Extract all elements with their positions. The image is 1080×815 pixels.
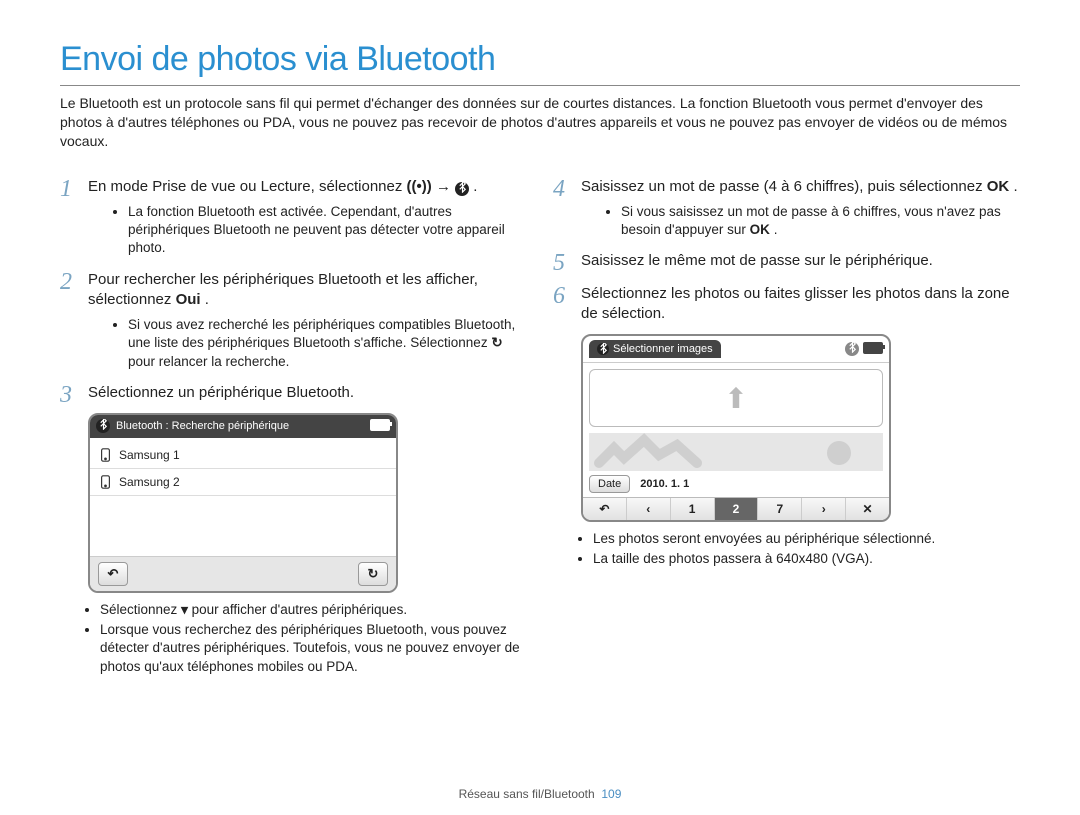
step-number: 3 [60, 379, 72, 411]
bt-search-screenshot: Bluetooth : Recherche périphérique Samsu… [88, 413, 398, 593]
back-button[interactable]: ↶ [98, 562, 128, 586]
page-number: 109 [601, 787, 621, 801]
bt-device-row[interactable]: Samsung 1 [90, 442, 396, 469]
bluetooth-icon [597, 343, 609, 355]
chevron-down-icon: ▾ [181, 602, 188, 617]
step-number: 2 [60, 266, 72, 298]
phone-icon [100, 448, 111, 462]
step-4-sub: Si vous saisissez un mot de passe à 6 ch… [581, 203, 1020, 239]
list-item: La taille des photos passera à 640x480 (… [593, 550, 1020, 568]
step-5: 5 Saisissez le même mot de passe sur le … [553, 251, 1020, 271]
nav-page-7[interactable]: 7 [758, 498, 802, 520]
bt-screenshot-header: Bluetooth : Recherche périphérique [90, 415, 396, 438]
intro-text: Le Bluetooth est un protocole sans fil q… [60, 94, 1020, 151]
title-rule [60, 85, 1020, 86]
bt-device-list: Samsung 1 Samsung 2 [90, 438, 396, 556]
refresh-button[interactable]: ↻ [358, 562, 388, 586]
step-2-text: Pour rechercher les périphériques Blueto… [88, 271, 478, 308]
list-item: Si vous avez recherché les périphériques… [128, 316, 527, 371]
refresh-icon: ↻ [491, 335, 502, 350]
nav-close-button[interactable]: ✕ [846, 498, 889, 520]
nav-next-button[interactable]: › [802, 498, 846, 520]
step-6-after: Les photos seront envoyées au périphériq… [553, 530, 1020, 568]
select-images-header: Sélectionner images [583, 336, 889, 363]
nav-page-1[interactable]: 1 [671, 498, 715, 520]
step-3-after: Sélectionnez ▾ pour afficher d'autres pé… [60, 601, 527, 676]
step-3-text: Sélectionnez un périphérique Bluetooth. [88, 384, 354, 401]
phone-icon [100, 475, 111, 489]
list-item: Sélectionnez ▾ pour afficher d'autres pé… [100, 601, 527, 619]
list-item: Si vous saisissez un mot de passe à 6 ch… [621, 203, 1020, 239]
bluetooth-status-icon [845, 342, 859, 356]
step-number: 6 [553, 280, 565, 312]
bt-device-row[interactable]: Samsung 2 [90, 469, 396, 496]
step-1-sub: La fonction Bluetooth est activée. Cepen… [88, 203, 527, 258]
thumbnail-strip[interactable] [589, 433, 883, 471]
step-1-text: En mode Prise de vue ou Lecture, sélecti… [88, 178, 477, 195]
step-1: 1 En mode Prise de vue ou Lecture, sélec… [60, 177, 527, 258]
upload-arrow-icon: ⬆ [724, 382, 747, 415]
step-2: 2 Pour rechercher les périphériques Blue… [60, 270, 527, 371]
bluetooth-icon [96, 419, 110, 433]
step-4: 4 Saisissez un mot de passe (4 à 6 chiff… [553, 177, 1020, 240]
manual-page: Envoi de photos via Bluetooth Le Bluetoo… [0, 0, 1080, 815]
step-2-sub: Si vous avez recherché les périphériques… [88, 316, 527, 371]
drop-zone[interactable]: ⬆ [589, 369, 883, 427]
left-column: 1 En mode Prise de vue ou Lecture, sélec… [60, 165, 527, 678]
date-button[interactable]: Date [589, 475, 630, 493]
step-5-text: Saisissez le même mot de passe sur le pé… [581, 252, 933, 269]
step-number: 5 [553, 247, 565, 279]
bt-device-name: Samsung 1 [119, 448, 180, 462]
thumbnail-placeholder-icon [589, 433, 883, 471]
bt-screenshot-title: Bluetooth : Recherche périphérique [116, 420, 289, 432]
step-number: 4 [553, 173, 565, 205]
right-column: 4 Saisissez un mot de passe (4 à 6 chiff… [553, 165, 1020, 678]
bt-device-name: Samsung 2 [119, 475, 180, 489]
step-6: 6 Sélectionnez les photos ou faites glis… [553, 284, 1020, 325]
step-6-text: Sélectionnez les photos ou faites glisse… [581, 285, 1010, 322]
antenna-icon: ((•)) [407, 178, 432, 195]
columns: 1 En mode Prise de vue ou Lecture, sélec… [60, 165, 1020, 678]
list-item: Les photos seront envoyées au périphériq… [593, 530, 1020, 548]
step-4-text: Saisissez un mot de passe (4 à 6 chiffre… [581, 178, 1018, 195]
nav-back-button[interactable]: ↶ [583, 498, 627, 520]
nav-prev-button[interactable]: ‹ [627, 498, 671, 520]
bt-screenshot-footer: ↶ ↻ [90, 556, 396, 591]
step-number: 1 [60, 173, 72, 205]
battery-icon [370, 419, 390, 434]
page-title: Envoi de photos via Bluetooth [60, 40, 1020, 79]
select-images-title: Sélectionner images [613, 343, 713, 355]
footer-section: Réseau sans fil/Bluetooth [459, 787, 595, 801]
nav-bar: ↶ ‹ 1 2 7 › ✕ [583, 497, 889, 520]
step-3: 3 Sélectionnez un périphérique Bluetooth… [60, 383, 527, 403]
nav-page-2[interactable]: 2 [715, 498, 759, 520]
page-footer: Réseau sans fil/Bluetooth 109 [0, 787, 1080, 801]
date-value: 2010. 1. 1 [640, 478, 689, 490]
select-images-screenshot: Sélectionner images ⬆ [581, 334, 891, 522]
date-row: Date 2010. 1. 1 [583, 471, 889, 497]
battery-icon [863, 341, 883, 358]
bluetooth-icon [455, 182, 469, 196]
list-item: Lorsque vous recherchez des périphérique… [100, 621, 527, 676]
select-images-tab: Sélectionner images [589, 340, 721, 358]
list-item: La fonction Bluetooth est activée. Cepen… [128, 203, 527, 258]
